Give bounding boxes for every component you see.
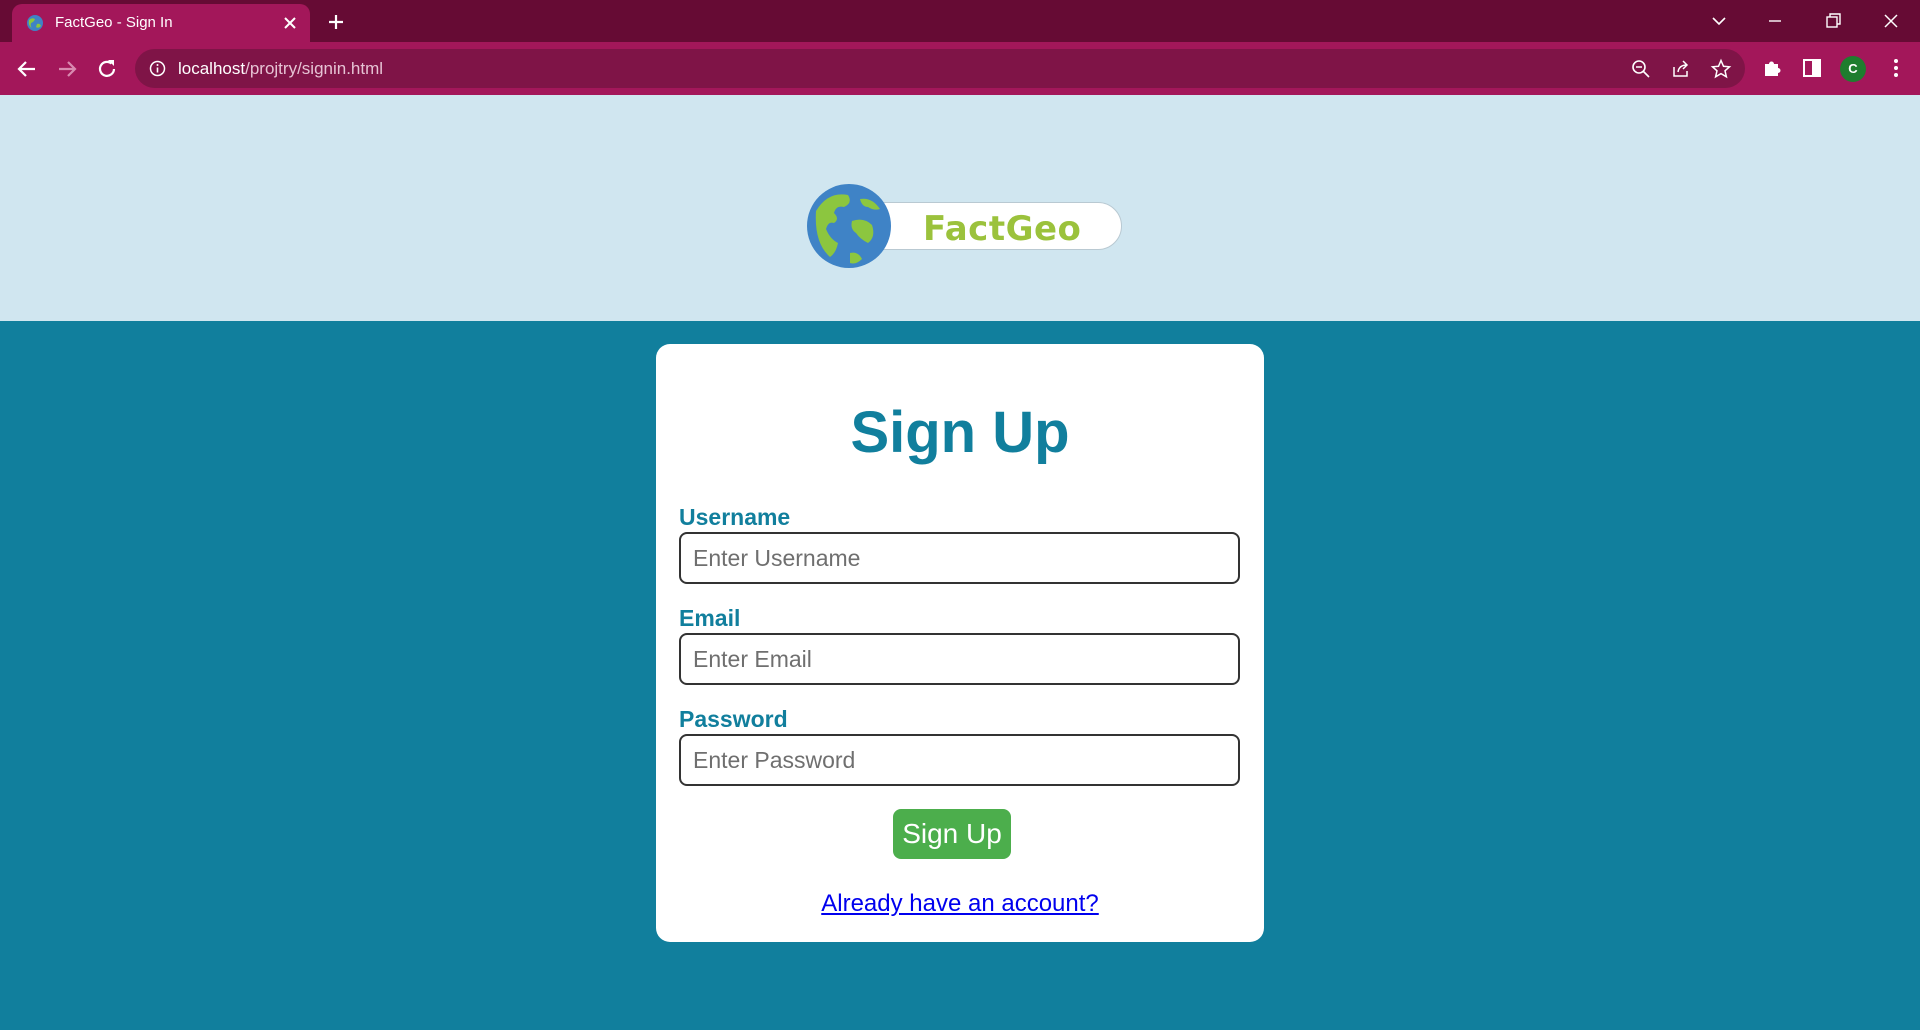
page-title: Sign Up bbox=[850, 400, 1070, 465]
logo-text: FactGeo bbox=[923, 209, 1082, 249]
tab-title: FactGeo - Sign In bbox=[55, 14, 173, 31]
address-bar[interactable]: localhost/projtry/signin.html bbox=[135, 49, 1745, 88]
zoom-icon[interactable] bbox=[1630, 58, 1652, 80]
new-tab-icon[interactable] bbox=[326, 12, 346, 32]
reload-icon[interactable] bbox=[94, 56, 120, 82]
url-host: localhost bbox=[178, 59, 246, 78]
password-label: Password bbox=[679, 706, 788, 732]
share-icon[interactable] bbox=[1670, 58, 1692, 80]
browser-tab[interactable]: FactGeo - Sign In bbox=[12, 4, 310, 42]
globe-favicon-icon bbox=[27, 15, 43, 31]
globe-logo-icon bbox=[807, 184, 891, 268]
login-link[interactable]: Already have an account? bbox=[656, 890, 1264, 918]
tab-search-chevron-icon[interactable] bbox=[1708, 10, 1730, 32]
logo-pill: FactGeo bbox=[862, 202, 1122, 250]
forward-arrow-icon[interactable] bbox=[54, 56, 80, 82]
password-input[interactable] bbox=[679, 734, 1240, 786]
profile-avatar[interactable]: C bbox=[1840, 56, 1866, 82]
restore-icon[interactable] bbox=[1822, 10, 1844, 32]
sign-up-button[interactable]: Sign Up bbox=[893, 809, 1011, 859]
email-input[interactable] bbox=[679, 633, 1240, 685]
url-path: /projtry/signin.html bbox=[245, 59, 384, 78]
browser-toolbar: localhost/projtry/signin.html bbox=[0, 42, 1920, 95]
signup-card: Sign Up Username Email Password Sign Up … bbox=[656, 344, 1264, 942]
username-input[interactable] bbox=[679, 532, 1240, 584]
tab-strip: FactGeo - Sign In bbox=[0, 0, 1920, 42]
back-arrow-icon[interactable] bbox=[14, 56, 40, 82]
side-panel-icon[interactable] bbox=[1800, 56, 1824, 80]
url-text[interactable]: localhost/projtry/signin.html bbox=[178, 59, 383, 79]
username-label: Username bbox=[679, 504, 791, 530]
extensions-puzzle-icon[interactable] bbox=[1760, 56, 1784, 80]
close-tab-icon[interactable] bbox=[282, 15, 298, 31]
bookmark-star-icon[interactable] bbox=[1710, 58, 1732, 80]
email-label: Email bbox=[679, 605, 741, 631]
close-window-icon[interactable] bbox=[1880, 10, 1902, 32]
more-menu-icon[interactable] bbox=[1884, 56, 1908, 80]
minimize-icon[interactable] bbox=[1764, 10, 1786, 32]
info-icon[interactable] bbox=[149, 60, 166, 77]
